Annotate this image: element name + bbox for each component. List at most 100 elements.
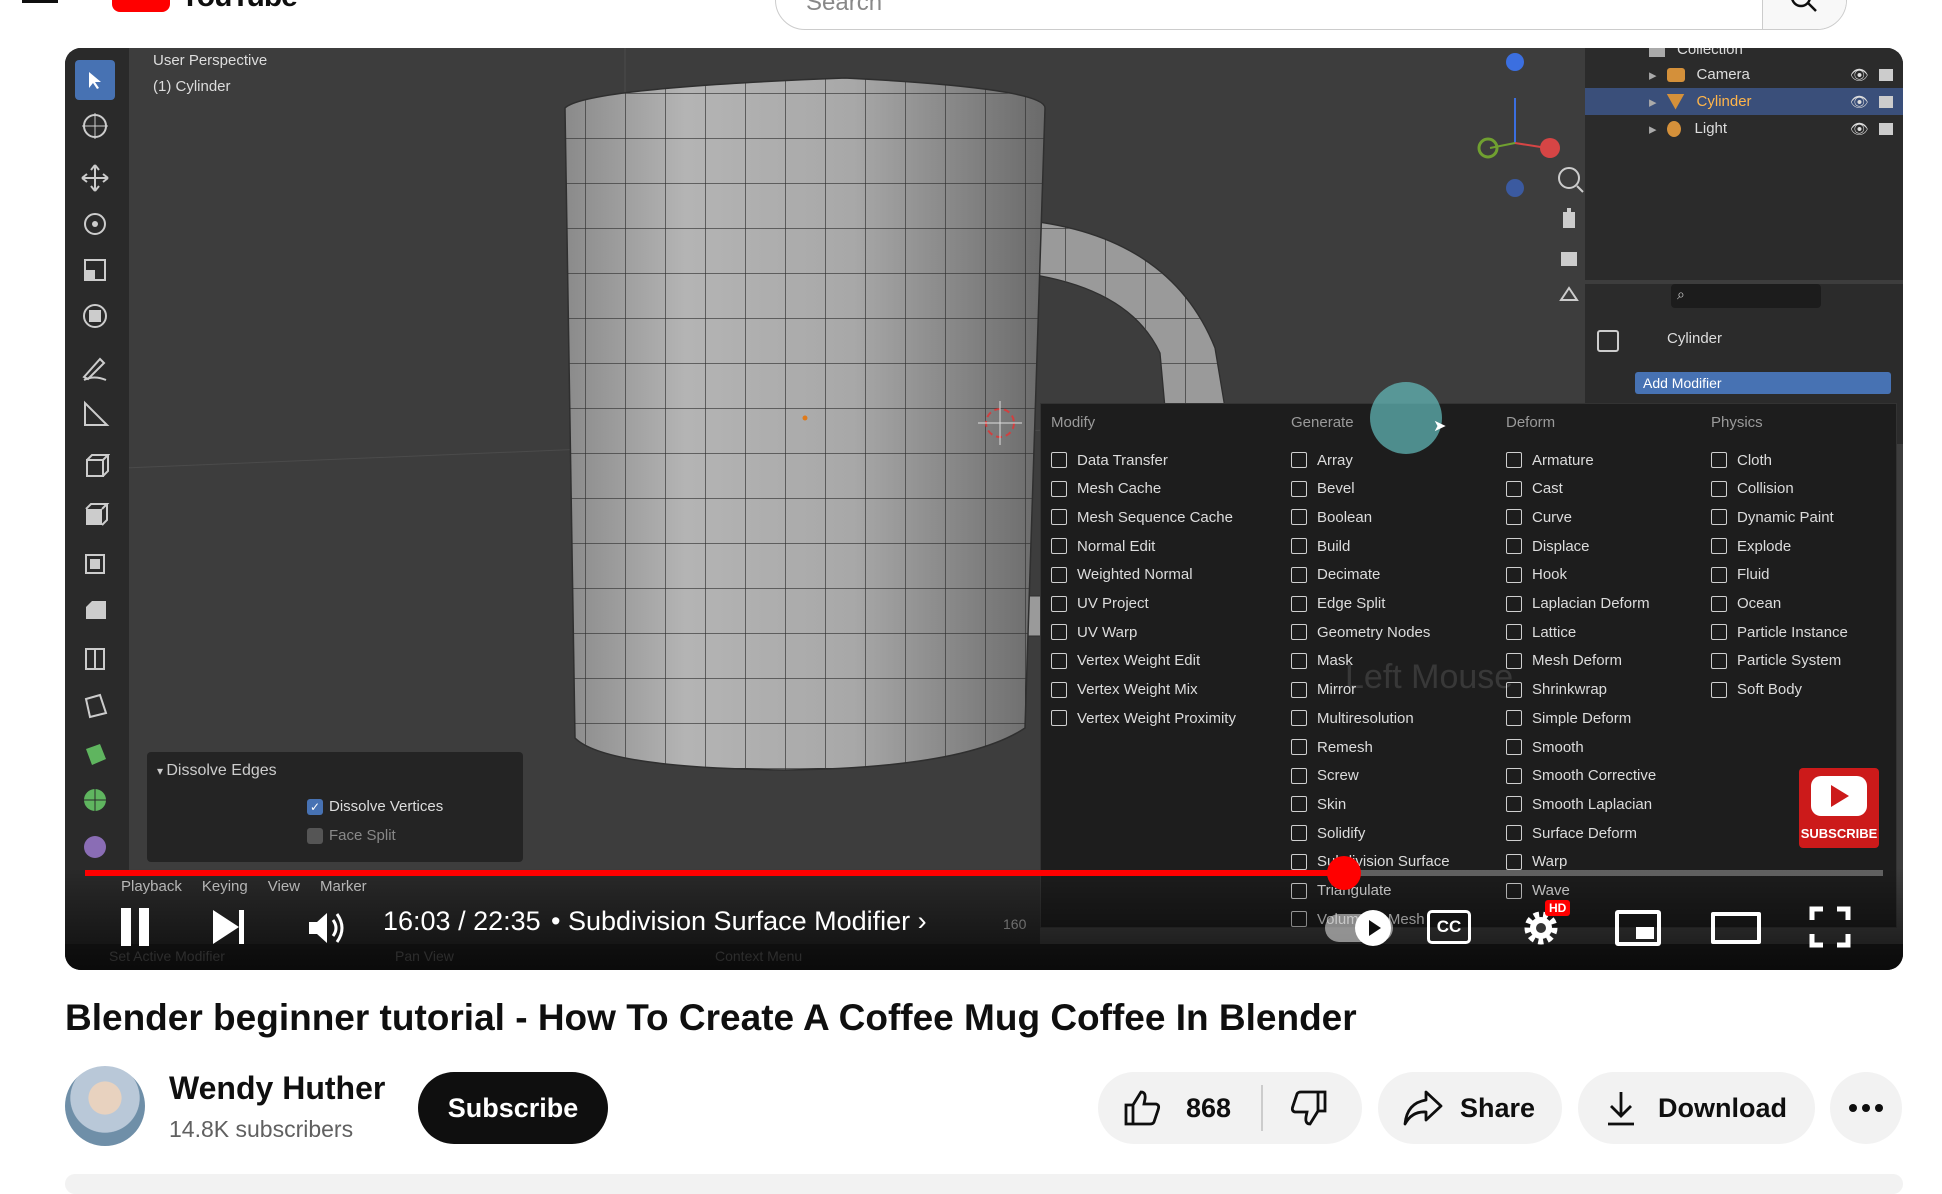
extrude-tool[interactable] xyxy=(75,494,115,534)
modifier-menu-item[interactable]: Armature xyxy=(1506,446,1594,474)
modifier-menu-item[interactable]: Particle Instance xyxy=(1711,618,1848,646)
dissolve-vertices-checkbox[interactable]: ✓ Dissolve Vertices xyxy=(307,798,443,815)
spin-tool[interactable] xyxy=(75,780,115,820)
modifier-menu-item[interactable]: Mesh Cache xyxy=(1051,475,1161,503)
menu-icon[interactable] xyxy=(22,0,62,6)
pause-button[interactable] xyxy=(117,908,153,948)
select-box-tool[interactable] xyxy=(75,60,115,100)
autoplay-toggle[interactable] xyxy=(1325,910,1393,946)
cc-button[interactable]: CC xyxy=(1427,910,1471,944)
modifier-menu-item[interactable]: Smooth Laplacian xyxy=(1506,790,1652,818)
rotate-tool[interactable] xyxy=(75,204,115,244)
modifier-menu-item[interactable]: Build xyxy=(1291,532,1350,560)
progress-scrubber[interactable] xyxy=(1326,856,1361,890)
modifier-menu-item[interactable]: Vertex Weight Edit xyxy=(1051,647,1200,675)
modifier-menu-item[interactable]: Dynamic Paint xyxy=(1711,503,1834,531)
youtube-logo[interactable]: YouTube xyxy=(112,0,312,13)
modifier-menu-item[interactable]: UV Project xyxy=(1051,590,1149,618)
modifier-menu-item[interactable]: Mask xyxy=(1291,647,1353,675)
modifier-menu-item[interactable]: Geometry Nodes xyxy=(1291,618,1430,646)
modifier-menu-item[interactable]: Bevel xyxy=(1291,475,1355,503)
modifier-menu-item[interactable]: Solidify xyxy=(1291,819,1365,847)
poly-build-tool[interactable] xyxy=(75,734,115,774)
modifier-menu-item[interactable]: Normal Edit xyxy=(1051,532,1155,560)
modifier-menu-item[interactable]: Mesh Deform xyxy=(1506,647,1622,675)
modifier-menu-item[interactable]: Cloth xyxy=(1711,446,1772,474)
dislike-button[interactable] xyxy=(1263,1088,1329,1128)
scale-tool[interactable] xyxy=(75,250,115,290)
more-actions-button[interactable] xyxy=(1830,1072,1902,1144)
search-button[interactable] xyxy=(1762,0,1846,29)
modifier-menu-item[interactable]: Shrinkwrap xyxy=(1506,676,1607,704)
render-icon[interactable] xyxy=(1879,122,1893,135)
modifier-menu-item[interactable]: Lattice xyxy=(1506,618,1576,646)
eye-icon[interactable]: 👁 xyxy=(1850,93,1869,111)
modifier-menu-item[interactable]: Array xyxy=(1291,446,1353,474)
render-icon[interactable] xyxy=(1879,68,1893,81)
settings-button[interactable]: HD xyxy=(1521,900,1571,950)
modifier-menu-item[interactable]: Displace xyxy=(1506,532,1590,560)
video-player[interactable]: User Perspective (1) Cylinder Collection… xyxy=(65,48,1903,970)
properties-search[interactable]: ⌕ xyxy=(1671,284,1821,308)
modifier-menu-item[interactable]: Screw xyxy=(1291,762,1359,790)
modifier-menu-item[interactable]: Laplacian Deform xyxy=(1506,590,1650,618)
inset-tool[interactable] xyxy=(75,542,115,582)
face-split-checkbox[interactable]: Face Split xyxy=(307,827,396,844)
modifier-menu-item[interactable]: Vertex Weight Mix xyxy=(1051,676,1198,704)
fullscreen-button[interactable] xyxy=(1809,906,1851,948)
transform-tool[interactable] xyxy=(75,296,115,336)
outliner-row-camera[interactable]: ▸ Camera 👁 xyxy=(1585,61,1903,88)
loop-cut-tool[interactable] xyxy=(75,638,115,678)
like-button[interactable]: 868 xyxy=(1098,1072,1231,1144)
channel-name[interactable]: Wendy Huther xyxy=(169,1070,385,1107)
channel-avatar[interactable] xyxy=(65,1066,145,1146)
modifier-menu-item[interactable]: Multiresolution xyxy=(1291,704,1414,732)
eye-icon[interactable]: 👁 xyxy=(1850,66,1869,84)
modifier-menu-item[interactable]: Decimate xyxy=(1291,561,1380,589)
outliner-row-light[interactable]: ▸ Light 👁 xyxy=(1585,115,1903,142)
subscribe-watermark[interactable]: SUBSCRIBE xyxy=(1799,768,1879,848)
modifier-menu-item[interactable]: Cast xyxy=(1506,475,1563,503)
modifier-menu-item[interactable]: Hook xyxy=(1506,561,1567,589)
modifier-menu-item[interactable]: Remesh xyxy=(1291,733,1373,761)
modifier-menu-item[interactable]: Smooth Corrective xyxy=(1506,762,1656,790)
annotate-tool[interactable] xyxy=(75,348,115,388)
modifier-menu-item[interactable]: Skin xyxy=(1291,790,1346,818)
modifier-menu-item[interactable]: Soft Body xyxy=(1711,676,1802,704)
render-icon[interactable] xyxy=(1879,95,1893,108)
modifier-menu-item[interactable]: Boolean xyxy=(1291,503,1372,531)
modifier-menu-item[interactable]: Explode xyxy=(1711,532,1791,560)
subscribe-button[interactable]: Subscribe xyxy=(418,1072,608,1144)
chapter-title[interactable]: • Subdivision Surface Modifier › xyxy=(551,906,927,937)
modifier-menu-item[interactable]: Curve xyxy=(1506,503,1572,531)
modifier-menu-item[interactable]: Collision xyxy=(1711,475,1794,503)
modifier-menu-item[interactable]: Edge Split xyxy=(1291,590,1385,618)
modifier-menu-item[interactable]: Weighted Normal xyxy=(1051,561,1193,589)
share-button[interactable]: Share xyxy=(1378,1072,1562,1144)
modifier-menu-item[interactable]: Particle System xyxy=(1711,647,1841,675)
next-button[interactable] xyxy=(211,908,251,948)
measure-tool[interactable] xyxy=(75,394,115,434)
miniplayer-button[interactable] xyxy=(1615,910,1661,946)
download-button[interactable]: Download xyxy=(1578,1072,1815,1144)
volume-button[interactable] xyxy=(305,908,349,948)
bevel-tool[interactable] xyxy=(75,590,115,630)
modifier-menu-item[interactable]: Ocean xyxy=(1711,590,1781,618)
modifier-menu-item[interactable]: Simple Deform xyxy=(1506,704,1631,732)
modifier-menu-item[interactable]: Fluid xyxy=(1711,561,1770,589)
cursor-tool[interactable] xyxy=(75,106,115,146)
add-cube-tool[interactable] xyxy=(75,446,115,486)
modifier-menu-item[interactable]: Vertex Weight Proximity xyxy=(1051,704,1236,732)
knife-tool[interactable] xyxy=(75,686,115,726)
modifier-menu-item[interactable]: UV Warp xyxy=(1051,618,1137,646)
theater-button[interactable] xyxy=(1711,912,1761,944)
modifier-menu-item[interactable]: Mesh Sequence Cache xyxy=(1051,503,1233,531)
smooth-tool[interactable] xyxy=(75,824,115,864)
modifier-menu-item[interactable]: Data Transfer xyxy=(1051,446,1168,474)
outliner-row-cylinder[interactable]: ▸ Cylinder 👁 xyxy=(1585,88,1903,115)
dissolve-panel-title[interactable]: ▾ Dissolve Edges xyxy=(157,762,277,780)
add-modifier-dropdown[interactable]: Add Modifier xyxy=(1635,372,1891,394)
progress-bar[interactable] xyxy=(85,856,1883,890)
modifier-menu-item[interactable]: Surface Deform xyxy=(1506,819,1637,847)
modifier-menu-item[interactable]: Smooth xyxy=(1506,733,1584,761)
